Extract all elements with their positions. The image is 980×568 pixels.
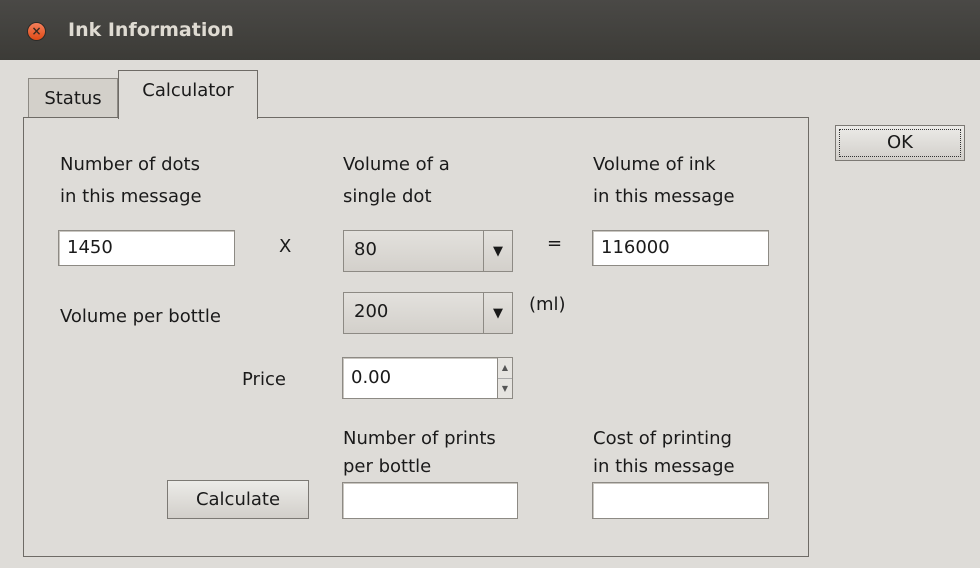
calculate-button-label: Calculate: [195, 489, 281, 510]
chevron-down-icon[interactable]: ▼: [483, 293, 512, 333]
title-bar: × Ink Information: [0, 0, 980, 60]
dot-volume-value: 80: [354, 239, 377, 260]
dot-volume-label-line2: single dot: [343, 186, 432, 207]
tab-calculator[interactable]: Calculator: [118, 70, 258, 119]
price-label: Price: [242, 369, 286, 390]
dots-label-line1: Number of dots: [60, 154, 200, 175]
bottle-volume-label: Volume per bottle: [60, 306, 221, 327]
dot-volume-select[interactable]: 80 ▼: [343, 230, 513, 272]
bottle-volume-value: 200: [354, 301, 389, 322]
cost-label-line2: in this message: [593, 456, 735, 477]
prints-label-line1: Number of prints: [343, 428, 496, 449]
ink-volume-label-line1: Volume of ink: [593, 154, 716, 175]
spin-buttons[interactable]: ▲ ▼: [497, 358, 512, 398]
arrow-down-icon[interactable]: ▼: [498, 379, 512, 399]
tab-status-label: Status: [44, 88, 102, 109]
cost-label-line1: Cost of printing: [593, 428, 732, 449]
tab-calculator-label: Calculator: [142, 80, 234, 101]
bottle-volume-select[interactable]: 200 ▼: [343, 292, 513, 334]
dot-volume-label-line1: Volume of a: [343, 154, 450, 175]
price-stepper[interactable]: 0.00 ▲ ▼: [342, 357, 513, 399]
calculate-button[interactable]: Calculate: [167, 480, 309, 519]
dots-input[interactable]: 1450: [58, 230, 235, 266]
dots-label-line2: in this message: [60, 186, 202, 207]
price-value: 0.00: [351, 367, 392, 388]
focus-ring: [839, 129, 961, 157]
close-icon[interactable]: ×: [28, 23, 45, 40]
tab-status[interactable]: Status: [28, 78, 118, 119]
prints-label-line2: per bottle: [343, 456, 432, 477]
prints-per-bottle-output[interactable]: [342, 482, 518, 519]
chevron-down-icon[interactable]: ▼: [483, 231, 512, 271]
ink-volume-label-line2: in this message: [593, 186, 735, 207]
ink-volume-output[interactable]: 116000: [592, 230, 769, 266]
bottle-unit-label: (ml): [529, 294, 566, 315]
window-title: Ink Information: [68, 19, 234, 41]
ok-button[interactable]: OK: [835, 125, 965, 161]
arrow-up-icon[interactable]: ▲: [498, 358, 512, 379]
equals-sign: =: [547, 233, 563, 254]
cost-of-printing-output[interactable]: [592, 482, 769, 519]
multiply-sign: X: [279, 236, 292, 257]
